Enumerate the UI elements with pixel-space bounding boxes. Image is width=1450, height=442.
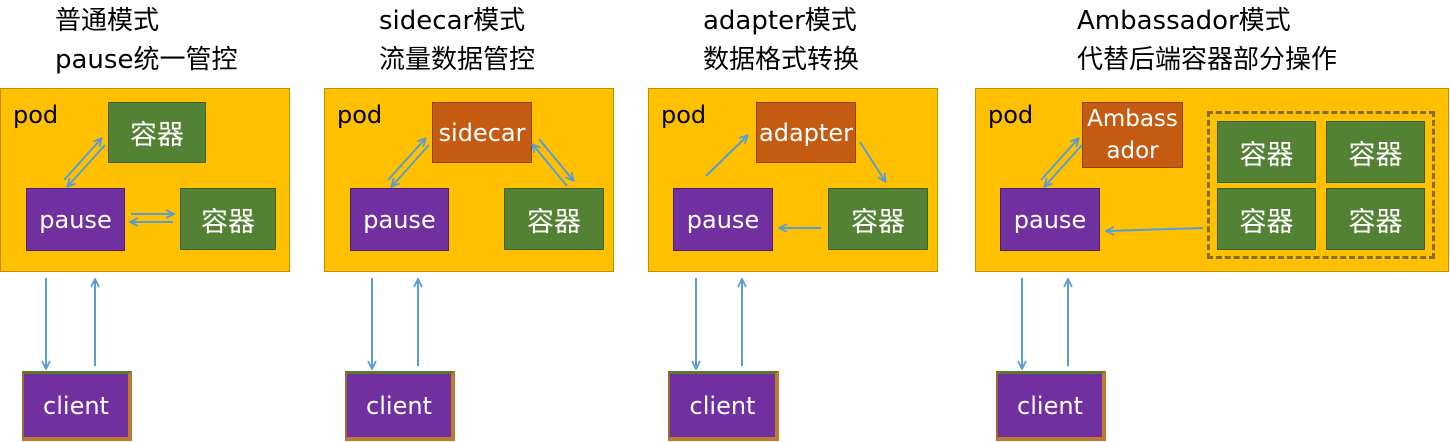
- panel3-title-line1: adapter模式: [703, 6, 857, 36]
- panel1-container-right: 容器: [180, 188, 276, 250]
- panel3-title-line2: 数据格式转换: [703, 45, 860, 75]
- panel4-pod-label: pod: [988, 101, 1034, 129]
- panel4-container-1: 容器: [1217, 121, 1316, 183]
- panel4-client: client: [996, 371, 1106, 441]
- panel1-title-line1: 普通模式: [55, 6, 160, 36]
- panel2-pause: pause: [350, 188, 449, 251]
- panel3-pause: pause: [673, 188, 773, 251]
- panel4-title-line2: 代替后端容器部分操作: [1077, 45, 1338, 75]
- panel1-title-line2: pause统一管控: [55, 45, 238, 75]
- panel4-ambassador: Ambass ador: [1082, 102, 1183, 168]
- panel2-client: client: [345, 371, 455, 441]
- panel2-pod-label: pod: [337, 101, 383, 129]
- panel1-pod-label: pod: [13, 101, 59, 129]
- panel4-container-3: 容器: [1217, 188, 1316, 250]
- panel4-container-2: 容器: [1326, 121, 1425, 183]
- panel3-adapter: adapter: [756, 102, 856, 163]
- panel3-container: 容器: [828, 188, 928, 250]
- panel1-pause: pause: [26, 188, 125, 251]
- panel2-container: 容器: [504, 188, 604, 250]
- panel3-client: client: [668, 371, 779, 441]
- panel1-client: client: [22, 371, 132, 441]
- panel2-sidecar: sidecar: [432, 102, 532, 163]
- panel4-ambassador-line1: Ambass: [1087, 106, 1178, 132]
- panel2-title-line1: sidecar模式: [379, 6, 526, 36]
- panel2-title-line2: 流量数据管控: [379, 45, 536, 75]
- panel4-title-line1: Ambassador模式: [1077, 6, 1291, 36]
- panel4-container-4: 容器: [1326, 188, 1425, 250]
- panel4-pause: pause: [1000, 188, 1100, 251]
- panel3-pod-label: pod: [661, 101, 707, 129]
- panel4-ambassador-line2: ador: [1106, 138, 1159, 164]
- panel1-container-top: 容器: [108, 102, 206, 163]
